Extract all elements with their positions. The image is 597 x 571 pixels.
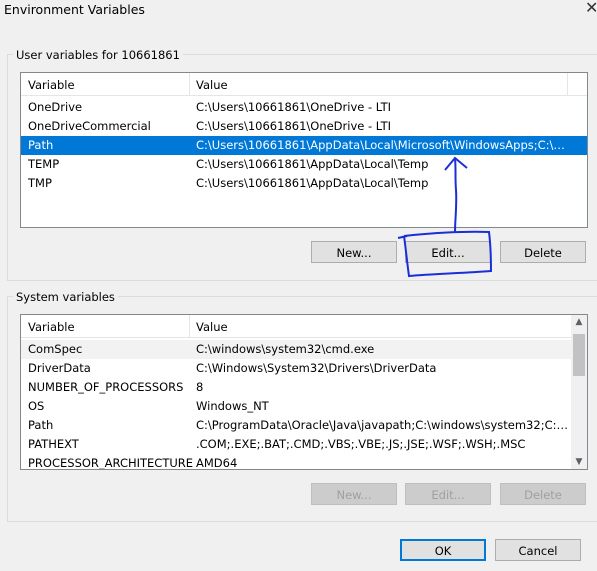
column-header-variable[interactable]: Variable [28,78,75,92]
variable-name: TMP [28,176,52,190]
close-icon[interactable]: ✕ [585,0,597,17]
list-item-selected[interactable]: Path C:\Users\10661861\AppData\Local\Mic… [21,136,587,155]
ok-button[interactable]: OK [400,539,486,561]
user-variables-list[interactable]: Variable Value OneDrive C:\Users\1066186… [20,72,588,228]
user-list-header: Variable Value [21,73,587,96]
variable-value: C:\ProgramData\Oracle\Java\javapath;C:\w… [196,418,568,432]
scroll-down-icon[interactable]: ▼ [571,457,587,467]
system-new-button[interactable]: New... [311,483,397,505]
list-item[interactable]: PATHEXT .COM;.EXE;.BAT;.CMD;.VBS;.VBE;.J… [21,435,571,454]
user-edit-button[interactable]: Edit... [405,241,491,263]
system-edit-button[interactable]: Edit... [405,483,491,505]
cancel-button[interactable]: Cancel [495,539,581,561]
list-item[interactable]: DriverData C:\Windows\System32\Drivers\D… [21,359,571,378]
user-variables-label: User variables for 10661861 [13,48,183,62]
system-list-header: Variable Value [21,315,571,338]
list-item[interactable]: OneDrive C:\Users\10661861\OneDrive - LT… [21,98,587,117]
list-item[interactable]: PROCESSOR_ARCHITECTURE AMD64 [21,454,571,470]
variable-name: NUMBER_OF_PROCESSORS [28,380,184,394]
column-header-value[interactable]: Value [196,320,228,334]
variable-value: Windows_NT [196,399,269,413]
window-title: Environment Variables [4,2,145,17]
scroll-up-icon[interactable]: ▲ [571,317,587,327]
variable-value: C:\Users\10661861\AppData\Local\Temp [196,176,429,190]
variable-name: PATHEXT [28,437,79,451]
variable-value: 8 [196,380,204,394]
scrollbar-thumb[interactable] [573,334,585,376]
user-delete-button[interactable]: Delete [500,241,586,263]
variable-value: C:\Users\10661861\OneDrive - LTI [196,119,392,133]
column-header-value[interactable]: Value [196,78,228,92]
column-divider[interactable] [567,73,568,95]
list-item[interactable]: OneDriveCommercial C:\Users\10661861\One… [21,117,587,136]
list-item[interactable]: ComSpec C:\windows\system32\cmd.exe [21,340,571,359]
variable-name: Path [28,418,54,432]
list-item[interactable]: NUMBER_OF_PROCESSORS 8 [21,378,571,397]
system-variables-label: System variables [13,290,118,304]
variable-value: .COM;.EXE;.BAT;.CMD;.VBS;.VBE;.JS;.JSE;.… [196,437,526,451]
column-header-variable[interactable]: Variable [28,320,75,334]
list-item[interactable]: TMP C:\Users\10661861\AppData\Local\Temp [21,174,587,193]
variable-value: C:\Windows\System32\Drivers\DriverData [196,361,437,375]
vertical-scrollbar[interactable]: ▲ ▼ [571,315,587,469]
variable-value: C:\Users\10661861\OneDrive - LTI [196,100,392,114]
variable-name: Path [28,138,54,152]
variable-name: TEMP [28,157,60,171]
variable-value: AMD64 [196,456,238,470]
variable-name: ComSpec [28,342,83,356]
variable-name: OS [28,399,45,413]
variable-name: OneDriveCommercial [28,119,151,133]
user-new-button[interactable]: New... [311,241,397,263]
variable-value: C:\Users\10661861\AppData\Local\Temp [196,157,429,171]
list-item[interactable]: OS Windows_NT [21,397,571,416]
variable-name: DriverData [28,361,91,375]
variable-value: C:\windows\system32\cmd.exe [196,342,375,356]
variable-name: PROCESSOR_ARCHITECTURE [28,456,194,470]
column-divider[interactable] [189,73,190,95]
list-item[interactable]: Path C:\ProgramData\Oracle\Java\javapath… [21,416,571,435]
system-variables-list[interactable]: Variable Value ComSpec C:\windows\system… [20,314,588,470]
column-divider[interactable] [189,315,190,337]
list-item[interactable]: TEMP C:\Users\10661861\AppData\Local\Tem… [21,155,587,174]
system-delete-button[interactable]: Delete [500,483,586,505]
variable-value: C:\Users\10661861\AppData\Local\Microsof… [196,138,566,152]
variable-name: OneDrive [28,100,83,114]
